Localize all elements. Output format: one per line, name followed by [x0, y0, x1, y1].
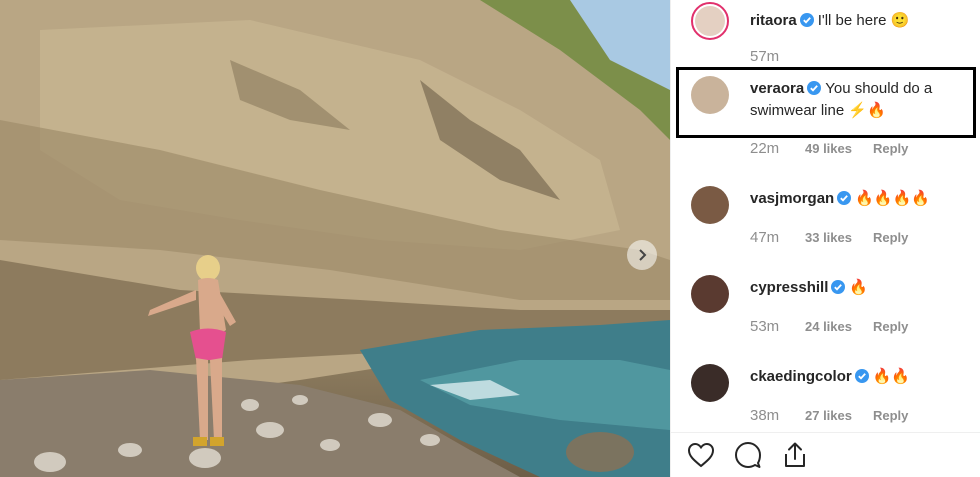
comment-meta: 53m 24 likes Reply — [750, 318, 908, 335]
comment-bubble-icon — [735, 442, 761, 468]
instagram-post-view: ritaora I'll be here 🙂 57m veraora You sho… — [0, 0, 980, 477]
comment-body: I'll be here 🙂 — [817, 12, 910, 29]
comment-text: ckaedingcolor 🔥🔥 — [750, 366, 975, 388]
avatar[interactable] — [691, 2, 729, 40]
comment-username[interactable]: vasjmorgan — [750, 190, 834, 207]
avatar[interactable] — [691, 76, 729, 114]
verified-badge-icon — [831, 280, 846, 294]
comment-item: ckaedingcolor 🔥🔥 38m 27 likes Reply — [691, 364, 980, 432]
comment-meta: 47m 33 likes Reply — [750, 229, 908, 246]
comments-panel: ritaora I'll be here 🙂 57m veraora You sho… — [670, 0, 980, 477]
comment-body: 🔥🔥 — [872, 368, 911, 385]
comment-time[interactable]: 57m — [750, 48, 805, 65]
comment-username[interactable]: cypresshill — [750, 279, 828, 296]
comment-time[interactable]: 53m — [750, 318, 805, 335]
comment-likes[interactable]: 24 likes — [805, 319, 873, 334]
comment-time[interactable]: 38m — [750, 407, 805, 424]
comment-text: cypresshill 🔥 — [750, 277, 975, 299]
comments-list[interactable]: ritaora I'll be here 🙂 57m veraora You sho… — [671, 0, 980, 432]
verified-badge-icon — [837, 191, 852, 205]
comment-body: 🔥🔥🔥🔥 — [855, 190, 930, 207]
reply-button[interactable]: Reply — [873, 230, 908, 245]
comment-meta: 38m 27 likes Reply — [750, 407, 908, 424]
comment-likes[interactable]: 33 likes — [805, 230, 873, 245]
like-button[interactable] — [687, 441, 715, 469]
verified-badge-icon — [854, 369, 869, 383]
reply-button[interactable]: Reply — [873, 141, 908, 156]
comment-item: cypresshill 🔥 53m 24 likes Reply — [691, 275, 980, 355]
chevron-right-icon — [639, 249, 647, 261]
comment-button[interactable] — [734, 441, 762, 469]
comment-likes[interactable]: 27 likes — [805, 408, 873, 423]
avatar-image — [695, 6, 725, 36]
reply-button[interactable]: Reply — [873, 319, 908, 334]
share-button[interactable] — [781, 441, 809, 469]
comment-item: vasjmorgan 🔥🔥🔥🔥 47m 33 likes Reply — [691, 186, 980, 266]
comment-meta: 57m — [750, 48, 805, 65]
comment-time[interactable]: 47m — [750, 229, 805, 246]
post-photo[interactable] — [0, 0, 670, 477]
avatar[interactable] — [691, 364, 729, 402]
verified-badge-icon — [799, 13, 814, 27]
reply-button[interactable]: Reply — [873, 408, 908, 423]
comment-text: ritaora I'll be here 🙂 — [750, 10, 975, 32]
comment-username[interactable]: ckaedingcolor — [750, 368, 852, 385]
comment-text: veraora You should do a swimwear line ⚡️🔥 — [750, 78, 975, 122]
comment-time[interactable]: 22m — [750, 140, 805, 157]
comment-likes[interactable]: 49 likes — [805, 141, 873, 156]
comment-item: veraora You should do a swimwear line ⚡️🔥… — [691, 76, 980, 157]
beach-photo — [0, 0, 670, 477]
avatar[interactable] — [691, 186, 729, 224]
avatar[interactable] — [691, 275, 729, 313]
comment-body: 🔥 — [849, 279, 869, 296]
verified-badge-icon — [807, 81, 822, 95]
comment-username[interactable]: ritaora — [750, 12, 797, 29]
post-actions-bar — [671, 432, 980, 477]
share-icon — [785, 442, 805, 467]
comment-text: vasjmorgan 🔥🔥🔥🔥 — [750, 188, 975, 210]
next-photo-button[interactable] — [627, 240, 657, 270]
comment-username[interactable]: veraora — [750, 80, 804, 97]
comment-meta: 22m 49 likes Reply — [750, 140, 908, 157]
heart-icon — [687, 442, 715, 468]
comment-item: ritaora I'll be here 🙂 57m — [691, 2, 980, 82]
